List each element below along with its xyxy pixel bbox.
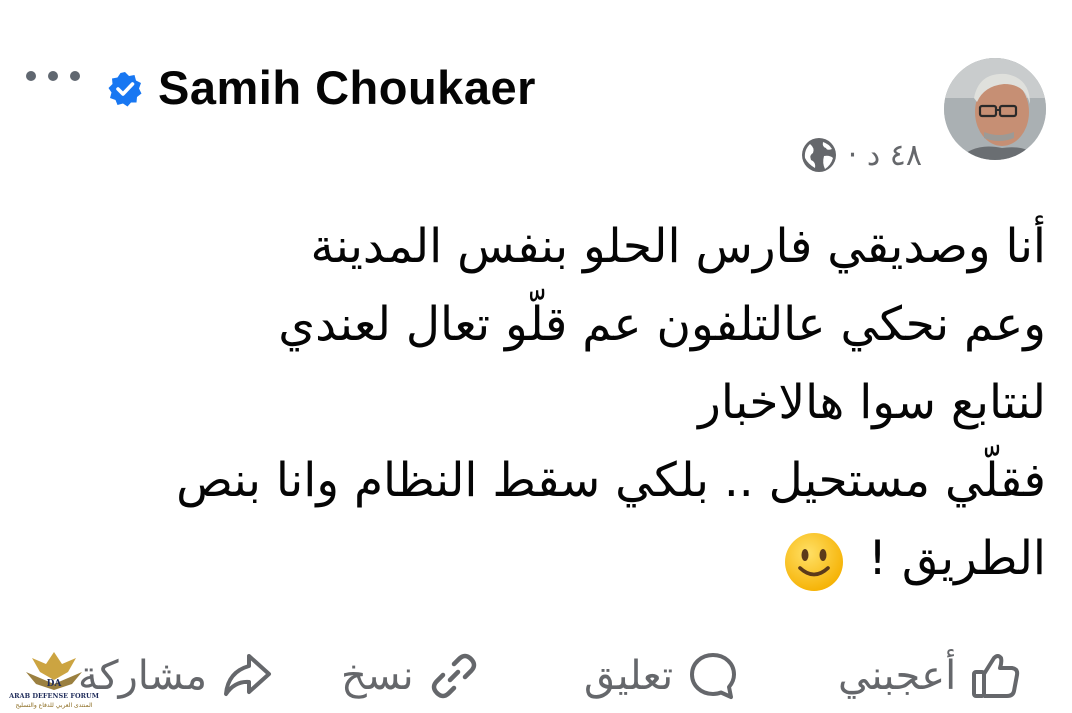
post-meta: ٤٨ د · <box>800 136 922 174</box>
post-line: لنتابع سوا هالاخبار <box>698 375 1046 430</box>
separator-dot: · <box>847 137 858 173</box>
timestamp-text: ٤٨ د <box>866 137 922 173</box>
share-button[interactable]: مشاركة <box>78 640 273 712</box>
forum-watermark-logo: DA ARAB DEFENSE FORUM المنتدى العربي للد… <box>8 652 99 709</box>
copy-label: نسخ <box>341 653 414 699</box>
post-actions: أعجبني تعليق نسخ مشاركة <box>0 640 1072 712</box>
dot <box>70 71 80 81</box>
smiling-face-emoji <box>785 532 844 591</box>
post-line: الطريق ! <box>868 531 1046 586</box>
comment-icon <box>690 653 737 699</box>
avatar-image <box>944 58 1046 160</box>
globe-icon[interactable] <box>800 136 838 174</box>
svg-text:DA: DA <box>47 679 63 689</box>
more-options-button[interactable] <box>26 66 80 86</box>
post-line: وعم نحكي عالتلفون عم قلّو تعال لعندي <box>278 297 1046 352</box>
post-text: أنا وصديقي فارس الحلو بنفس المدينة وعم ن… <box>146 208 1046 598</box>
copy-button[interactable]: نسخ <box>341 640 480 712</box>
share-arrow-icon <box>224 654 272 696</box>
like-label: أعجبني <box>838 653 957 699</box>
avatar[interactable] <box>944 58 1046 160</box>
svg-text:ARAB DEFENSE FORUM: ARAB DEFENSE FORUM <box>8 692 99 700</box>
post-line-last: الطريق ! <box>146 520 1046 598</box>
dot <box>48 71 58 81</box>
like-button[interactable]: أعجبني <box>838 640 1022 712</box>
post-line: أنا وصديقي فارس الحلو بنفس المدينة <box>310 219 1046 274</box>
post-timestamp[interactable]: ٤٨ د · <box>848 138 922 173</box>
svg-text:المنتدى العربي للدفاع والتسليح: المنتدى العربي للدفاع والتسليح <box>16 702 93 709</box>
post-line: فقلّي مستحيل .. بلكي سقط النظام وانا بنص <box>176 453 1046 508</box>
thumbs-up-icon <box>972 654 1020 698</box>
comment-label: تعليق <box>584 653 674 699</box>
dot <box>26 71 36 81</box>
link-icon <box>431 653 476 699</box>
author-name[interactable]: Samih Choukaer <box>158 58 536 118</box>
comment-button[interactable]: تعليق <box>584 640 739 712</box>
verified-badge-icon <box>108 72 142 107</box>
